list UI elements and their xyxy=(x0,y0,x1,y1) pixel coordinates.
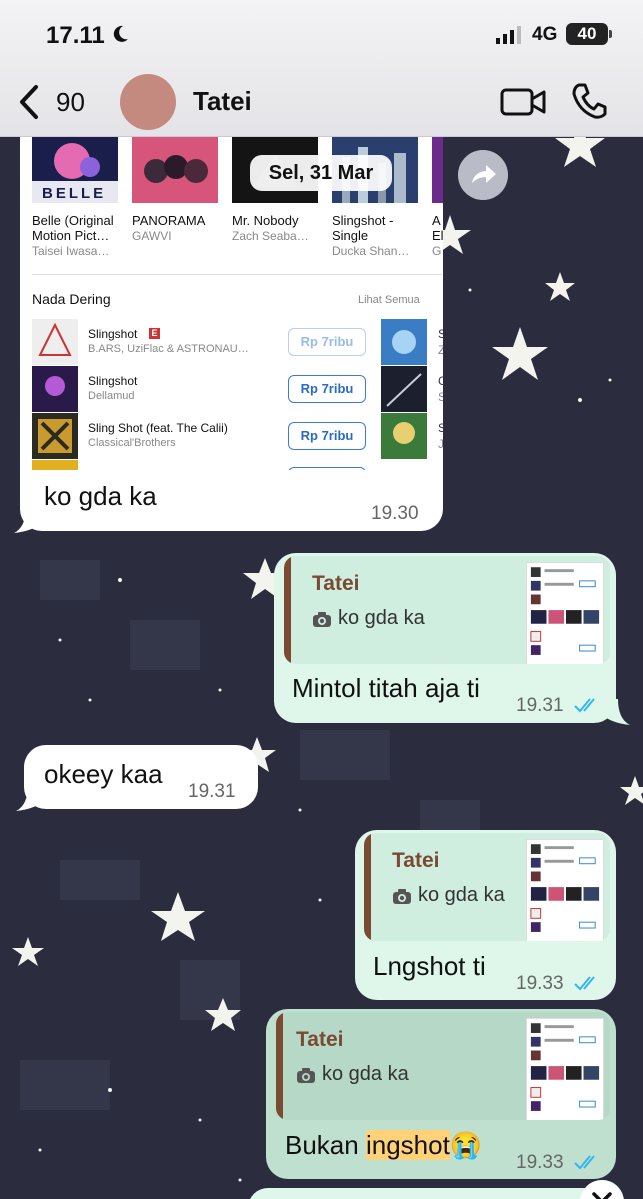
quote-image-thumbnail xyxy=(526,562,604,664)
price-button: Rp 7ribu xyxy=(288,375,366,403)
ringtone-artist: B.ARS, UziFlac & ASTRONAU… xyxy=(88,343,249,355)
ringtone-artist: Classical'Brothers xyxy=(88,437,176,449)
message-text: Lngshot ti xyxy=(373,951,486,981)
camera-icon xyxy=(297,1068,315,1083)
message-time: 19.31 xyxy=(188,781,236,802)
ringtone-title: Sling Shot (feat. The Calii) xyxy=(88,421,228,435)
album-artist: Zach Seaba… xyxy=(232,229,309,243)
read-receipt-icon xyxy=(574,976,595,991)
ringtone-artist: S xyxy=(438,390,443,404)
ringtone-section-title: Nada Dering xyxy=(32,291,111,307)
quote-text: ko gda ka xyxy=(418,884,505,906)
quote-accent-bar xyxy=(364,833,371,941)
album-cover-partial xyxy=(432,137,443,203)
quote-text: ko gda ka xyxy=(338,607,425,629)
ringtone-artwork xyxy=(32,366,78,412)
price-button: Rp 7ribu xyxy=(288,328,366,356)
see-all-link: Lihat Semua xyxy=(358,294,420,306)
status-time: 17.11 xyxy=(46,22,105,49)
back-chevron-icon[interactable] xyxy=(16,84,42,120)
quoted-message[interactable]: Tatei ko gda ka xyxy=(284,556,610,664)
message-time: 19.33 xyxy=(516,973,564,994)
contact-name[interactable]: Tatei xyxy=(193,86,252,117)
unread-count[interactable]: 90 xyxy=(56,87,85,118)
quoted-message[interactable]: Tatei ko gda ka xyxy=(276,1012,610,1120)
signal-icon xyxy=(496,26,521,44)
message-text: ko gda ka xyxy=(44,481,157,511)
section-divider xyxy=(32,274,442,275)
album-title-line1: A xyxy=(432,213,441,228)
quote-sender: Tatei xyxy=(392,849,440,872)
ringtone-artist: J xyxy=(438,437,443,451)
forward-icon[interactable] xyxy=(458,150,508,200)
date-separator: Sel, 31 Mar xyxy=(250,155,392,191)
album-title-line2: El xyxy=(432,228,443,243)
price-button-partial xyxy=(288,467,366,470)
crying-emoji: 😭 xyxy=(449,1130,483,1160)
ringtone-artwork xyxy=(32,319,78,365)
ringtone-artwork xyxy=(381,319,427,365)
chat-header: 17.11 4G 40 90 Tatei xyxy=(0,0,643,137)
message-time: 19.33 xyxy=(516,1152,564,1173)
album-title-line1: Belle (Original xyxy=(32,213,114,228)
ringtone-title: Slingshot xyxy=(88,374,138,388)
album-title-line1: Slingshot - xyxy=(332,213,394,228)
album-cover-label: BELLE xyxy=(42,185,107,202)
quote-sender: Tatei xyxy=(312,572,360,595)
message-time: 19.31 xyxy=(516,695,564,716)
explicit-badge: E xyxy=(149,328,160,339)
ringtone-artwork xyxy=(381,413,427,459)
network-type: 4G xyxy=(532,24,558,45)
battery-cap xyxy=(609,30,612,38)
ringtone-title: G xyxy=(438,374,443,388)
album-title-line1: Mr. Nobody xyxy=(232,213,299,228)
ringtone-title: S xyxy=(438,327,443,341)
album-title-line1: PANORAMA xyxy=(132,213,206,228)
camera-icon xyxy=(313,612,331,627)
message-text: Bukan ingshot😭 xyxy=(285,1130,482,1161)
phone-call-icon[interactable] xyxy=(571,82,607,120)
quote-image-thumbnail xyxy=(526,1018,604,1120)
album-artist: Ducka Shan… xyxy=(332,244,410,258)
ringtone-artist: Dellamud xyxy=(88,390,135,402)
message-text: Mintol titah aja ti xyxy=(292,673,480,703)
battery-indicator: 40 xyxy=(566,23,608,45)
ringtone-artwork xyxy=(32,460,78,470)
album-title-line2: Single xyxy=(332,228,369,243)
album-title-line2: Motion Pict… xyxy=(32,228,110,243)
read-receipt-icon xyxy=(574,698,595,713)
quote-accent-bar xyxy=(276,1012,283,1120)
message-text: okeey kaa xyxy=(44,759,163,789)
quoted-message[interactable]: Tatei ko gda ka xyxy=(364,833,610,941)
outgoing-message-partial[interactable] xyxy=(248,1188,618,1199)
read-receipt-icon xyxy=(574,1155,595,1170)
quote-image-thumbnail xyxy=(526,839,604,941)
camera-icon xyxy=(393,889,411,904)
ringtone-title: S xyxy=(438,421,443,435)
search-highlight: ingshot xyxy=(365,1130,450,1160)
moon-icon xyxy=(113,25,128,42)
album-artist: G xyxy=(432,244,442,258)
ringtone-artwork xyxy=(381,366,427,412)
message-text-plain: Bukan xyxy=(285,1130,366,1160)
album-cover-panorama xyxy=(132,137,218,203)
album-artist: GAWVI xyxy=(132,229,172,243)
ringtone-title: Slingshot xyxy=(88,327,138,341)
video-call-icon[interactable] xyxy=(500,86,546,118)
message-time: 19.30 xyxy=(371,503,419,524)
album-artist: Taisei Iwasa… xyxy=(32,244,110,258)
quote-sender: Tatei xyxy=(296,1028,344,1051)
price-button: Rp 7ribu xyxy=(288,422,366,450)
contact-avatar[interactable] xyxy=(120,74,176,130)
quote-text: ko gda ka xyxy=(322,1063,409,1085)
ringtone-artwork xyxy=(32,413,78,459)
ringtone-artist: Z xyxy=(438,343,443,357)
quote-accent-bar xyxy=(284,556,291,664)
